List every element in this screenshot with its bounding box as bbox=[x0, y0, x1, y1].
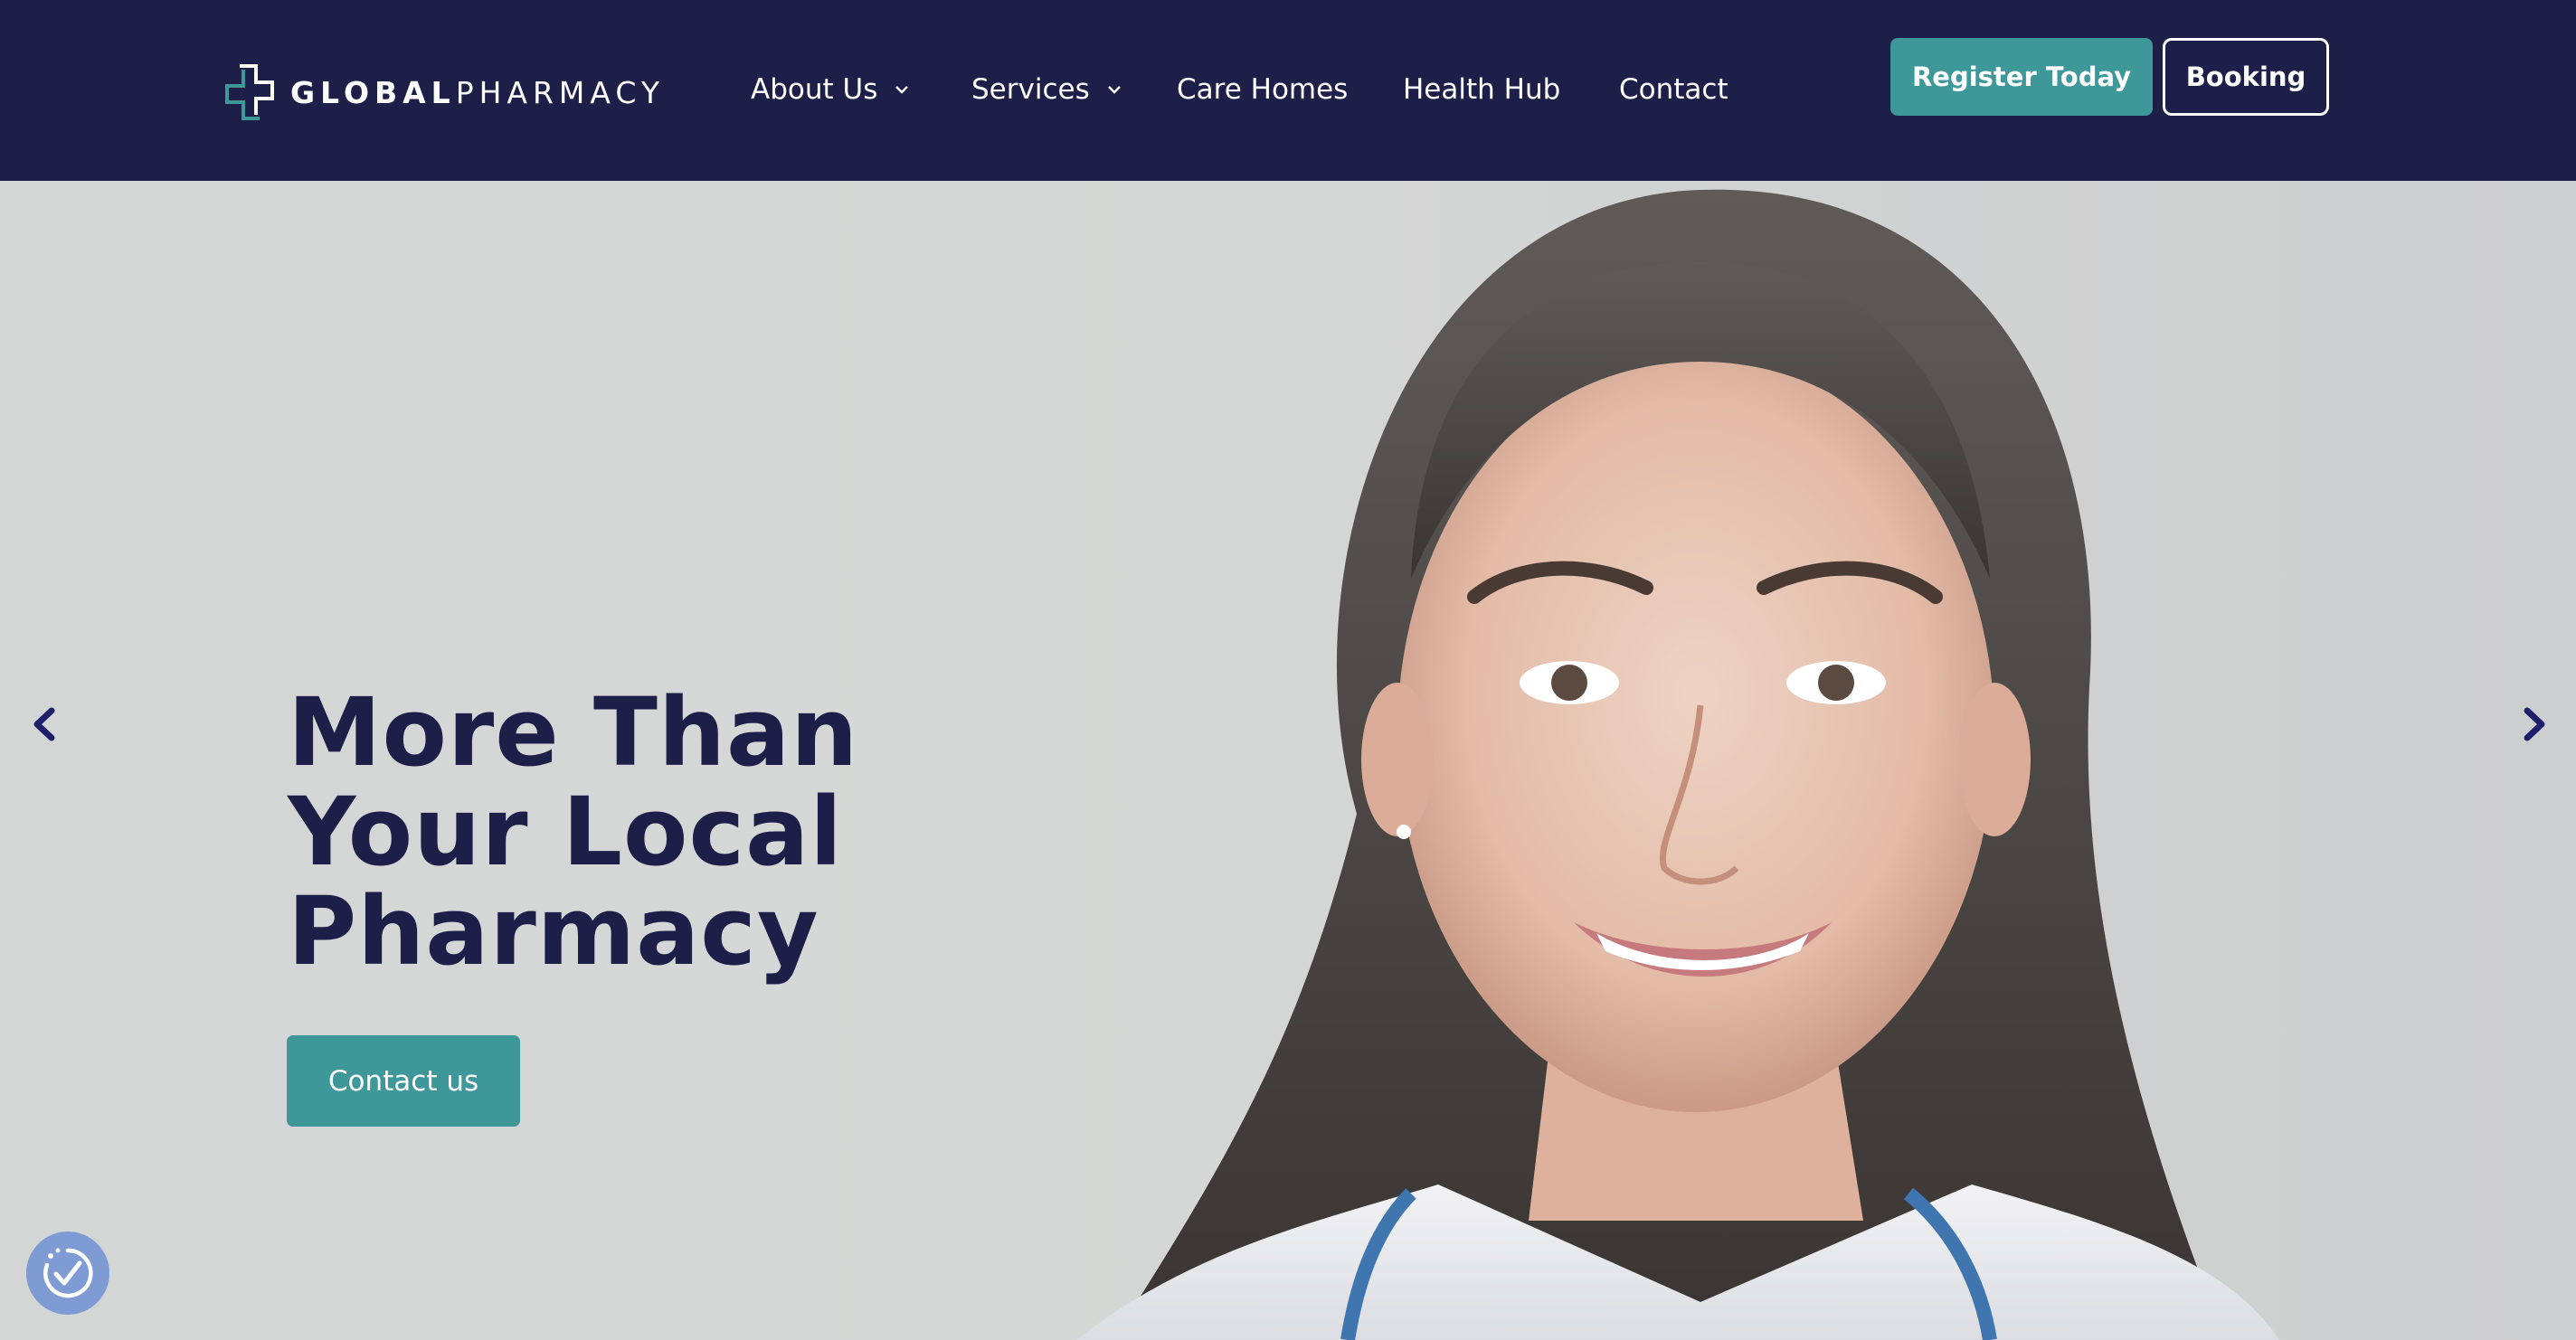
site-header: GLOBALPHARMACY About Us Services Care Ho… bbox=[0, 0, 2576, 181]
hero-title-line-2: Your Local bbox=[288, 777, 843, 887]
hero-title: More Than Your Local Pharmacy bbox=[288, 683, 1011, 981]
accessibility-widget-button[interactable] bbox=[26, 1231, 109, 1315]
nav-care-homes[interactable]: Care Homes bbox=[1177, 70, 1348, 109]
hero-title-line-1: More Than bbox=[288, 677, 859, 788]
hero-section: More Than Your Local Pharmacy Contact us bbox=[0, 181, 2576, 1340]
nav-care-homes-label: Care Homes bbox=[1177, 73, 1349, 106]
booking-button[interactable]: Booking bbox=[2163, 38, 2329, 116]
chevron-right-icon[interactable] bbox=[2516, 703, 2552, 745]
nav-health-hub[interactable]: Health Hub bbox=[1403, 70, 1560, 109]
nav-contact-label: Contact bbox=[1619, 73, 1728, 106]
register-today-button[interactable]: Register Today bbox=[1890, 38, 2153, 116]
accessibility-check-icon bbox=[43, 1248, 93, 1298]
nav-health-hub-label: Health Hub bbox=[1403, 73, 1561, 106]
chevron-down-icon bbox=[1107, 86, 1121, 94]
nav-about-us[interactable]: About Us bbox=[751, 70, 912, 109]
chevron-left-icon[interactable] bbox=[26, 703, 62, 745]
chevron-down-icon bbox=[895, 86, 909, 94]
nav-contact[interactable]: Contact bbox=[1619, 70, 1728, 109]
nav-about-us-label: About Us bbox=[751, 73, 878, 106]
nav-services-label: Services bbox=[971, 73, 1090, 106]
nav-services[interactable]: Services bbox=[971, 70, 1124, 109]
contact-us-button[interactable]: Contact us bbox=[287, 1035, 520, 1127]
hero-title-line-3: Pharmacy bbox=[288, 876, 819, 986]
